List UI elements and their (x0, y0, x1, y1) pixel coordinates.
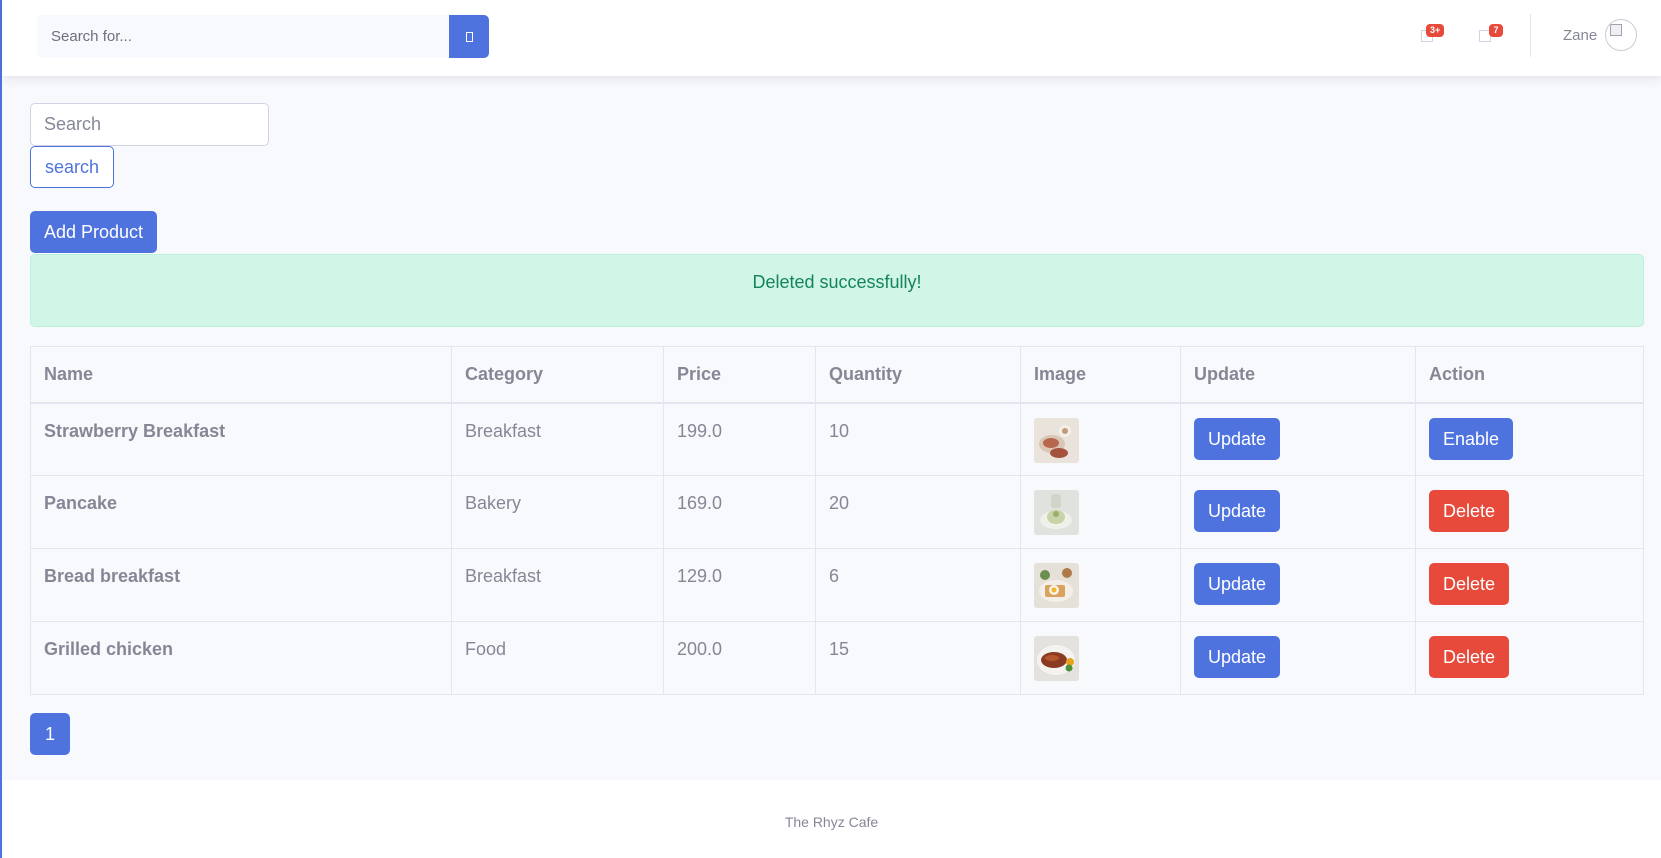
update-button[interactable]: Update (1194, 636, 1281, 678)
cell-name: Pancake (30, 475, 452, 549)
cell-name: Bread breakfast (30, 548, 452, 622)
cell-category: Breakfast (451, 402, 664, 476)
table-row: Bread breakfast Breakfast 129.0 6 Update… (30, 548, 1644, 622)
avatar[interactable] (1605, 19, 1637, 51)
add-product-button[interactable]: Add Product (30, 211, 158, 253)
cell-action: Delete (1415, 548, 1644, 622)
cell-quantity: 20 (815, 475, 1021, 549)
table-header-row: Name Category Price Quantity Image Updat… (30, 346, 1644, 404)
product-thumbnail (1034, 563, 1079, 608)
cell-name: Grilled chicken (30, 621, 452, 695)
topbar: 3+ 7 Zane (2, 0, 1661, 76)
cell-action: Enable (1415, 402, 1644, 476)
messages-badge: 7 (1489, 24, 1503, 37)
cell-update: Update (1180, 402, 1416, 476)
main-content: search Add Product Deleted successfully!… (30, 103, 1644, 755)
header-price: Price (663, 346, 816, 404)
table-row: Strawberry Breakfast Breakfast 199.0 10 (30, 402, 1644, 476)
search-icon (465, 31, 473, 42)
pagination-page-button[interactable]: 1 (30, 713, 70, 755)
update-button[interactable]: Update (1194, 563, 1281, 605)
cell-price: 200.0 (663, 621, 816, 695)
cell-quantity: 6 (815, 548, 1021, 622)
products-table: Name Category Price Quantity Image Updat… (30, 346, 1644, 695)
table-row: Pancake Bakery 169.0 20 Update Delete (30, 475, 1644, 549)
alerts-badge: 3+ (1426, 24, 1445, 37)
header-update: Update (1180, 346, 1416, 404)
cell-category: Bakery (451, 475, 664, 549)
cell-category: Breakfast (451, 548, 664, 622)
cell-action: Delete (1415, 621, 1644, 695)
cell-update: Update (1180, 621, 1416, 695)
cell-quantity: 15 (815, 621, 1021, 695)
product-thumbnail (1034, 417, 1079, 463)
header-category: Category (451, 346, 664, 404)
topbar-divider (1530, 14, 1531, 57)
cell-image (1020, 548, 1181, 622)
cell-name: Strawberry Breakfast (30, 402, 452, 476)
topbar-search (37, 15, 489, 58)
cell-update: Update (1180, 548, 1416, 622)
cell-price: 129.0 (663, 548, 816, 622)
cell-image (1020, 621, 1181, 695)
delete-button[interactable]: Delete (1429, 563, 1510, 605)
cell-price: 169.0 (663, 475, 816, 549)
enable-button[interactable]: Enable (1429, 417, 1514, 460)
header-image: Image (1020, 346, 1181, 404)
cell-price: 199.0 (663, 402, 816, 476)
product-search-input[interactable] (30, 103, 269, 146)
header-action: Action (1415, 346, 1644, 404)
cell-update: Update (1180, 475, 1416, 549)
delete-button[interactable]: Delete (1429, 636, 1510, 678)
update-button[interactable]: Update (1194, 417, 1281, 460)
cell-action: Delete (1415, 475, 1644, 549)
cell-image (1020, 475, 1181, 549)
cell-image (1020, 402, 1181, 476)
product-thumbnail (1034, 636, 1079, 681)
cell-quantity: 10 (815, 402, 1021, 476)
footer: The Rhyz Cafe (2, 780, 1661, 858)
user-name[interactable]: Zane (1563, 27, 1597, 44)
product-thumbnail (1034, 490, 1079, 535)
delete-button[interactable]: Delete (1429, 490, 1510, 532)
header-quantity: Quantity (815, 346, 1021, 404)
cell-category: Food (451, 621, 664, 695)
product-search-button[interactable]: search (30, 146, 115, 188)
topbar-search-button[interactable] (449, 15, 489, 58)
footer-text: The Rhyz Cafe (784, 814, 879, 830)
topbar-search-input[interactable] (37, 15, 449, 58)
success-alert: Deleted successfully! (30, 254, 1644, 327)
update-button[interactable]: Update (1194, 490, 1281, 532)
header-name: Name (30, 346, 452, 404)
table-row: Grilled chicken Food 200.0 15 Update Del… (30, 621, 1644, 695)
